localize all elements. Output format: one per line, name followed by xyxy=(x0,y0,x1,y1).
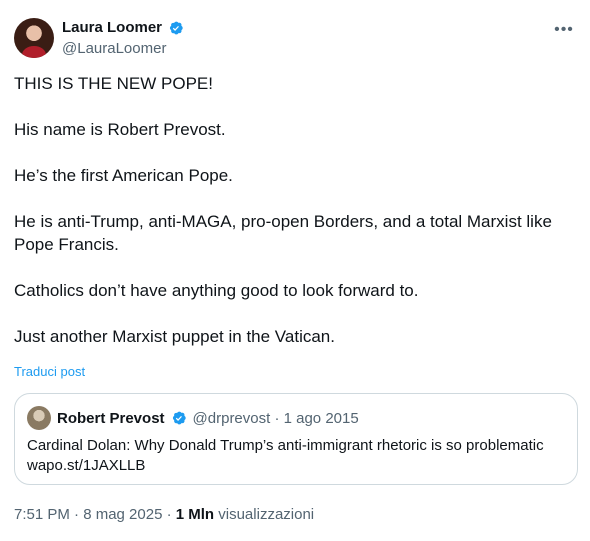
tweet: Laura Loomer @LauraLoomer ••• THIS IS TH… xyxy=(0,0,590,541)
quoted-post-header: Robert Prevost @drprevost · 1 ago 2015 xyxy=(27,406,359,430)
verified-badge-icon xyxy=(172,411,186,425)
author-block: Laura Loomer @LauraLoomer xyxy=(62,18,184,59)
quoted-author-avatar xyxy=(27,406,51,430)
author-handle[interactable]: @LauraLoomer xyxy=(62,39,184,59)
quoted-post[interactable]: Robert Prevost @drprevost · 1 ago 2015 C… xyxy=(14,393,578,485)
translate-post-link[interactable]: Traduci post xyxy=(14,364,85,379)
author-name[interactable]: Laura Loomer xyxy=(62,18,162,38)
quoted-post-text: Cardinal Dolan: Why Donald Trump’s anti-… xyxy=(27,437,544,474)
author-avatar[interactable] xyxy=(14,18,54,58)
more-options-icon[interactable]: ••• xyxy=(552,18,576,42)
post-footer: 7:51 PM · 8 mag 2025 · 1 Mln visualizzaz… xyxy=(14,506,314,523)
post-text: THIS IS THE NEW POPE! His name is Robert… xyxy=(14,74,552,346)
views-label: visualizzazioni xyxy=(214,506,315,523)
author-name-row: Laura Loomer xyxy=(62,18,184,38)
quoted-author-name: Robert Prevost xyxy=(57,409,165,427)
verified-badge-icon xyxy=(169,21,183,35)
views-count: 1 Mln xyxy=(175,506,215,523)
quoted-author-handle-date: @drprevost · 1 ago 2015 xyxy=(192,409,359,427)
post-timestamp[interactable]: 7:51 PM · 8 mag 2025 · xyxy=(14,506,176,523)
